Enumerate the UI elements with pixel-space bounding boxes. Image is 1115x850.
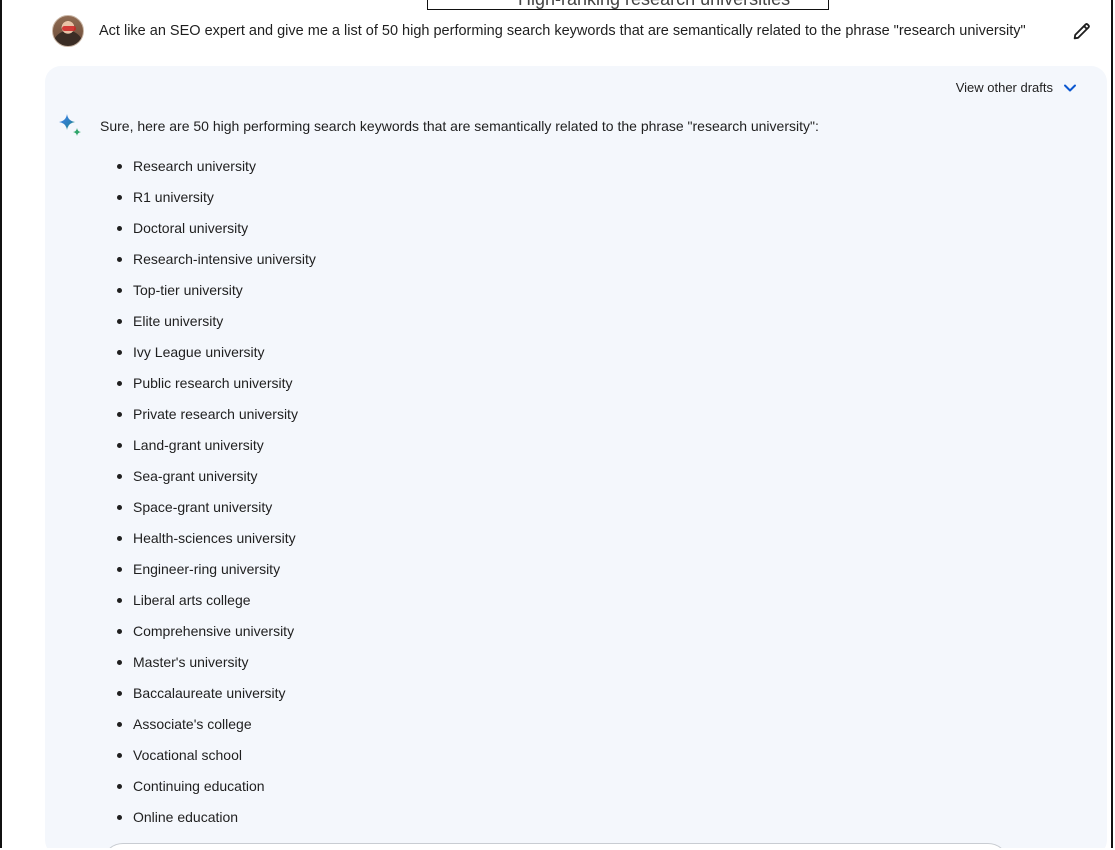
- list-item: Doctoral university: [115, 219, 316, 250]
- list-item: Online education: [115, 808, 316, 839]
- list-item: Space-grant university: [115, 498, 316, 529]
- conversation-title: High-ranking research universities: [518, 0, 790, 9]
- sparkle-icon: [59, 114, 81, 136]
- list-item: R1 university: [115, 188, 316, 219]
- prompt-input-box[interactable]: [102, 843, 1009, 848]
- chevron-down-icon: [1064, 84, 1076, 91]
- list-item: Continuing education: [115, 777, 316, 808]
- keyword-list: Research university R1 university Doctor…: [115, 157, 316, 839]
- list-item: Comprehensive university: [115, 622, 316, 653]
- list-item: Public research university: [115, 374, 316, 405]
- list-item: Top-tier university: [115, 281, 316, 312]
- response-intro-text: Sure, here are 50 high performing search…: [100, 118, 819, 134]
- header-notch: High-ranking research universities: [427, 0, 829, 10]
- user-prompt-row: Act like an SEO expert and give me a lis…: [52, 14, 1093, 48]
- list-item: Ivy League university: [115, 343, 316, 374]
- list-item: Liberal arts college: [115, 591, 316, 622]
- list-item: Land-grant university: [115, 436, 316, 467]
- list-item: Health-sciences university: [115, 529, 316, 560]
- list-item: Sea-grant university: [115, 467, 316, 498]
- list-item: Elite university: [115, 312, 316, 343]
- list-item: Baccalaureate university: [115, 684, 316, 715]
- list-item: Master's university: [115, 653, 316, 684]
- list-item: Associate's college: [115, 715, 316, 746]
- pencil-icon[interactable]: [1071, 20, 1093, 42]
- view-other-drafts-label: View other drafts: [955, 80, 1053, 95]
- response-card: View other drafts Sure, here are 50 high…: [45, 66, 1107, 848]
- user-prompt-text: Act like an SEO expert and give me a lis…: [99, 23, 1026, 39]
- user-avatar[interactable]: [52, 15, 84, 47]
- list-item: Private research university: [115, 405, 316, 436]
- view-other-drafts-button[interactable]: View other drafts: [956, 80, 1077, 95]
- chat-window: High-ranking research universities Act l…: [0, 0, 1113, 848]
- list-item: Research university: [115, 157, 316, 188]
- list-item: Research-intensive university: [115, 250, 316, 281]
- list-item: Vocational school: [115, 746, 316, 777]
- list-item: Engineer-ring university: [115, 560, 316, 591]
